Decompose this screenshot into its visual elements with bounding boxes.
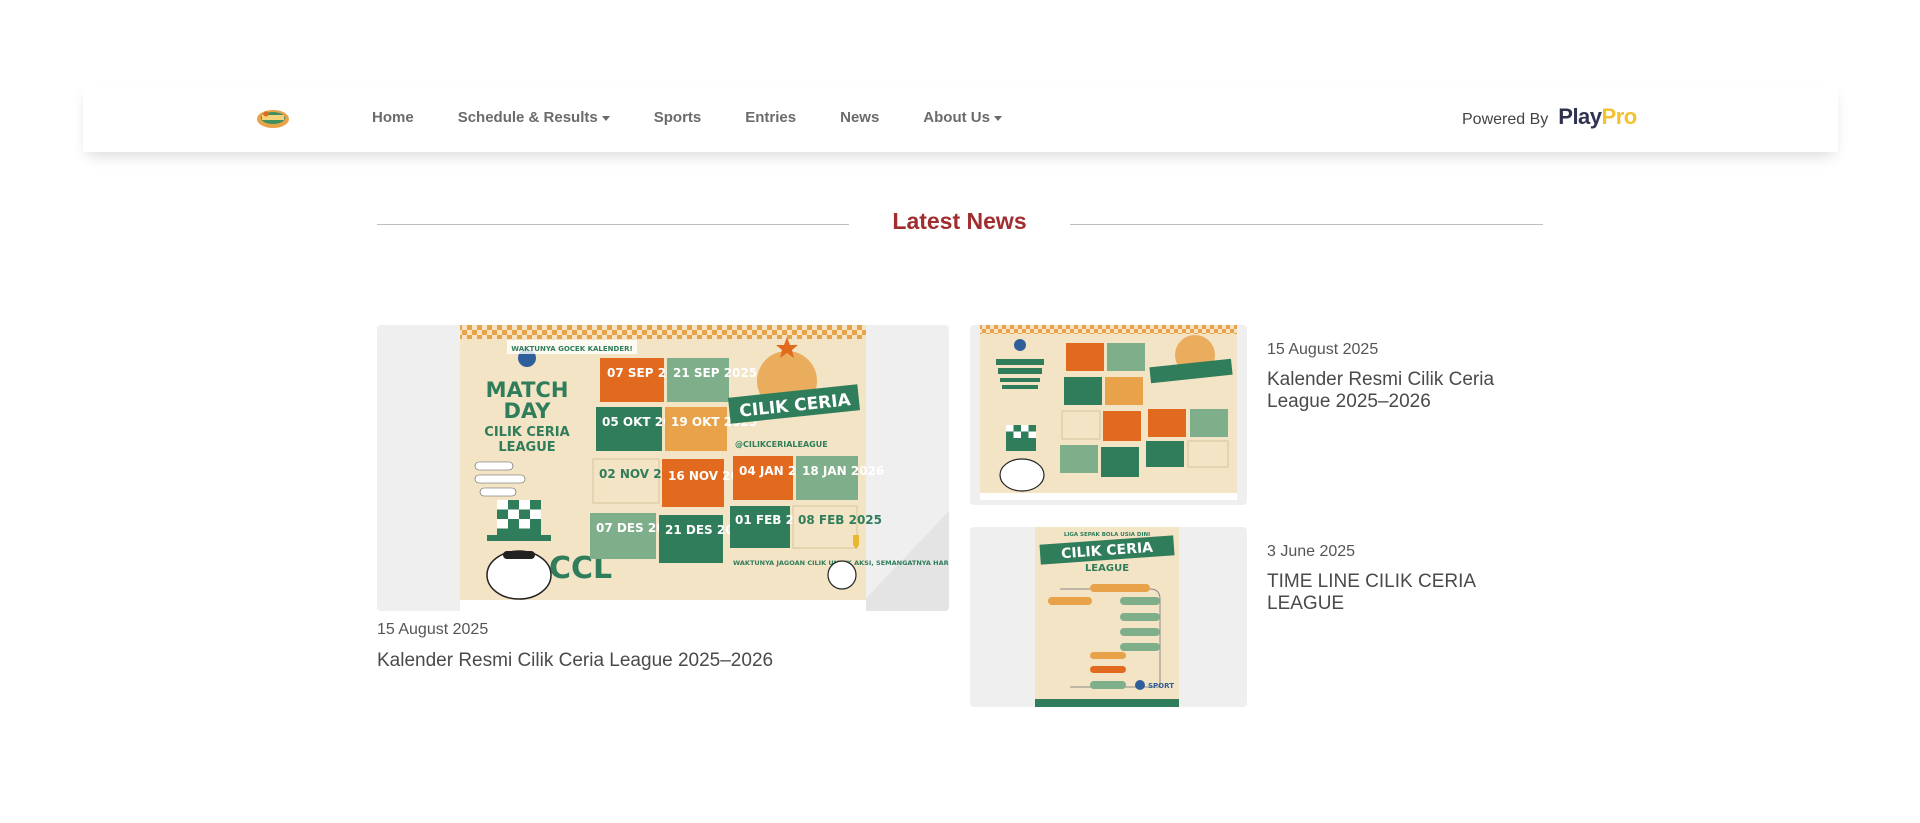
powered-by[interactable]: Powered By PlayPro: [1462, 104, 1637, 130]
svg-text:SPORT: SPORT: [1148, 682, 1174, 690]
svg-text:08 FEB 2025: 08 FEB 2025: [798, 513, 882, 527]
nav-about-us[interactable]: About Us: [923, 109, 1002, 126]
nav-entries[interactable]: Entries: [745, 109, 796, 126]
svg-text:21 SEP 2025: 21 SEP 2025: [673, 366, 757, 380]
news-title[interactable]: TIME LINE CILIK CERIA LEAGUE: [1267, 571, 1537, 615]
news-thumbnail[interactable]: LIGA SEPAK BOLA USIA DINI CILIK CERIA LE…: [970, 527, 1247, 707]
news-title[interactable]: Kalender Resmi Cilik Ceria League 2025–2…: [377, 650, 949, 672]
calendar-poster-thumb: [980, 325, 1237, 500]
match-day-poster: MATCH DAY CILIK CERIA LEAGUE CCL WAKTUNY…: [460, 325, 949, 611]
svg-text:WAKTUNYA GOCEK KALENDER!: WAKTUNYA GOCEK KALENDER!: [511, 345, 632, 353]
news-date: 15 August 2025: [377, 621, 489, 638]
nav-sports[interactable]: Sports: [654, 109, 702, 126]
latest-news-header: Latest News: [377, 205, 1543, 241]
svg-text:18 JAN 2026: 18 JAN 2026: [802, 464, 884, 478]
svg-text:LIGA SEPAK BOLA USIA DINI: LIGA SEPAK BOLA USIA DINI: [1064, 532, 1150, 538]
news-list-item[interactable]: 15 August 2025 Kalender Resmi Cilik Ceri…: [970, 325, 1542, 505]
timeline-poster-thumb: LIGA SEPAK BOLA USIA DINI CILIK CERIA LE…: [1035, 527, 1179, 707]
section-title: Latest News: [892, 208, 1027, 234]
svg-text:DAY: DAY: [504, 399, 552, 423]
caret-down-icon: [993, 115, 1002, 121]
news-list-item[interactable]: LIGA SEPAK BOLA USIA DINI CILIK CERIA LE…: [970, 527, 1542, 707]
news-title[interactable]: Kalender Resmi Cilik Ceria League 2025–2…: [1267, 369, 1537, 413]
league-logo-icon[interactable]: [256, 106, 290, 130]
playpro-logo: PlayPro: [1558, 104, 1637, 129]
nav-news[interactable]: News: [840, 109, 879, 126]
main-nav: Home Schedule & Results Sports Entries N…: [372, 82, 1046, 152]
news-thumbnail[interactable]: [970, 325, 1247, 505]
news-date: 3 June 2025: [1267, 543, 1356, 560]
top-navbar: Home Schedule & Results Sports Entries N…: [83, 82, 1838, 152]
svg-text:CILIK CERIA: CILIK CERIA: [484, 425, 569, 440]
powered-by-label: Powered By: [1462, 111, 1549, 128]
news-date: 15 August 2025: [1267, 341, 1379, 358]
divider-left: [377, 224, 849, 225]
nav-schedule-results[interactable]: Schedule & Results: [458, 109, 610, 126]
featured-news-image[interactable]: MATCH DAY CILIK CERIA LEAGUE CCL WAKTUNY…: [377, 325, 949, 611]
svg-text:@CILIKCERIALEAGUE: @CILIKCERIALEAGUE: [735, 440, 828, 449]
svg-text:LEAGUE: LEAGUE: [1085, 563, 1129, 574]
caret-down-icon: [601, 115, 610, 121]
divider-right: [1070, 224, 1543, 225]
svg-text:LEAGUE: LEAGUE: [498, 440, 555, 455]
nav-home[interactable]: Home: [372, 109, 414, 126]
featured-news-card[interactable]: MATCH DAY CILIK CERIA LEAGUE CCL WAKTUNY…: [377, 325, 949, 672]
